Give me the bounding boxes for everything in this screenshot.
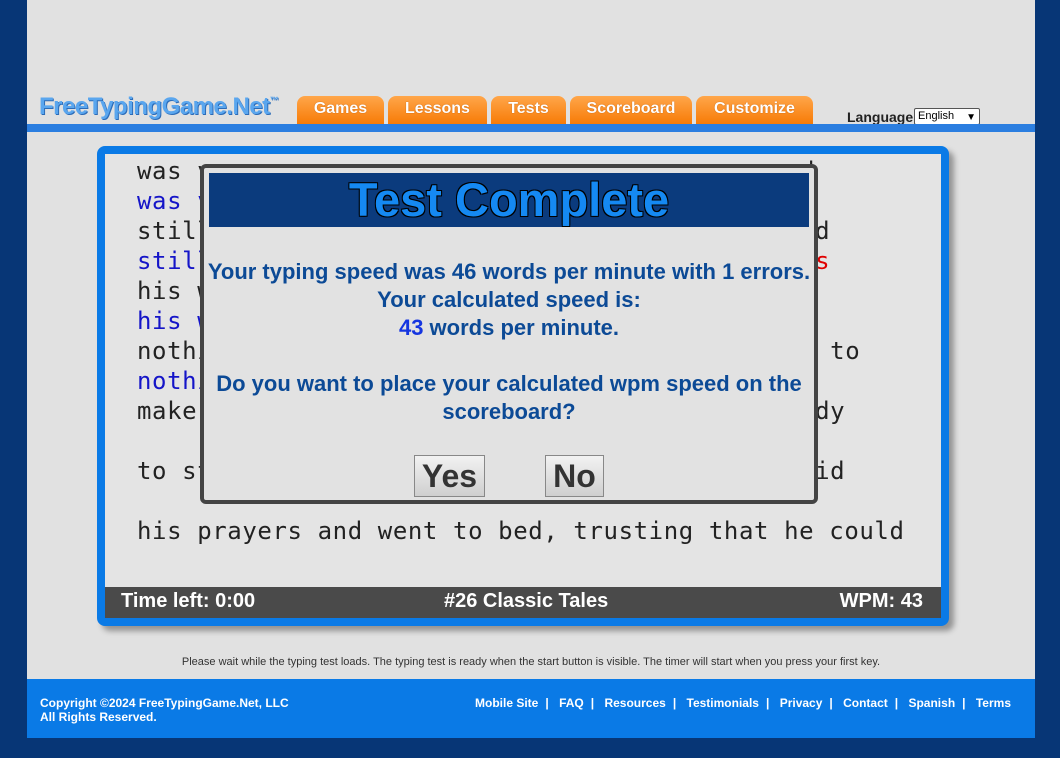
language-label: Language xyxy=(847,109,914,125)
logo-text: FreeTypingGame.Net xyxy=(39,93,270,120)
dialog-title: Test Complete xyxy=(348,173,670,226)
footer-link-terms[interactable]: Terms xyxy=(976,696,1011,710)
page: FreeTypingGame.Net™ Games Lessons Tests … xyxy=(27,0,1035,738)
nav-tab-scoreboard[interactable]: Scoreboard xyxy=(570,96,692,124)
result-message: Your typing speed was 46 words per minut… xyxy=(207,259,811,340)
time-left: Time left: 0:00 xyxy=(121,590,256,612)
text-line-original: his prayers and went to bed, trusting th… xyxy=(137,517,905,545)
copyright: Copyright ©2024 FreeTypingGame.Net, LLC … xyxy=(40,696,289,724)
calculated-wpm: 43 xyxy=(398,315,424,340)
logo-trademark: ™ xyxy=(269,95,279,105)
dialog-title-bar: Test Complete xyxy=(209,173,809,227)
footer-link-testimonials[interactable]: Testimonials xyxy=(687,696,759,710)
footer-link-privacy[interactable]: Privacy xyxy=(780,696,823,710)
site-logo[interactable]: FreeTypingGame.Net™ xyxy=(39,93,279,121)
language-select[interactable]: English ▼ xyxy=(914,108,980,125)
loading-notice: Please wait while the typing test loads.… xyxy=(181,656,881,668)
chevron-down-icon: ▼ xyxy=(966,112,976,123)
nav-tab-games[interactable]: Games xyxy=(297,96,384,124)
language-value: English xyxy=(918,110,955,122)
test-name: #26 Classic Tales xyxy=(444,590,609,612)
footer-links: Mobile Site | FAQ | Resources | Testimonial… xyxy=(475,696,1011,710)
nav-tab-tests[interactable]: Tests xyxy=(491,96,566,124)
nav-tab-customize[interactable]: Customize xyxy=(696,96,813,124)
footer: Copyright ©2024 FreeTypingGame.Net, LLC … xyxy=(27,679,1035,738)
header-divider xyxy=(27,124,1035,132)
no-button[interactable]: No xyxy=(545,455,604,497)
nav-tab-lessons[interactable]: Lessons xyxy=(388,96,487,124)
footer-link-faq[interactable]: FAQ xyxy=(559,696,584,710)
scoreboard-question: Do you want to place your calculated wpm… xyxy=(216,371,802,424)
footer-link-contact[interactable]: Contact xyxy=(843,696,888,710)
status-bar: Time left: 0:00 #26 Classic Tales WPM: 4… xyxy=(105,587,941,618)
text-line-original: make xyxy=(137,397,198,425)
test-complete-dialog: Test Complete Your typing speed was 46 w… xyxy=(200,164,818,504)
footer-link-resources[interactable]: Resources xyxy=(604,696,665,710)
yes-button[interactable]: Yes xyxy=(414,455,485,497)
footer-link-spanish[interactable]: Spanish xyxy=(908,696,955,710)
wpm-display: WPM: 43 xyxy=(839,590,923,612)
footer-link-mobile-site[interactable]: Mobile Site xyxy=(475,696,538,710)
